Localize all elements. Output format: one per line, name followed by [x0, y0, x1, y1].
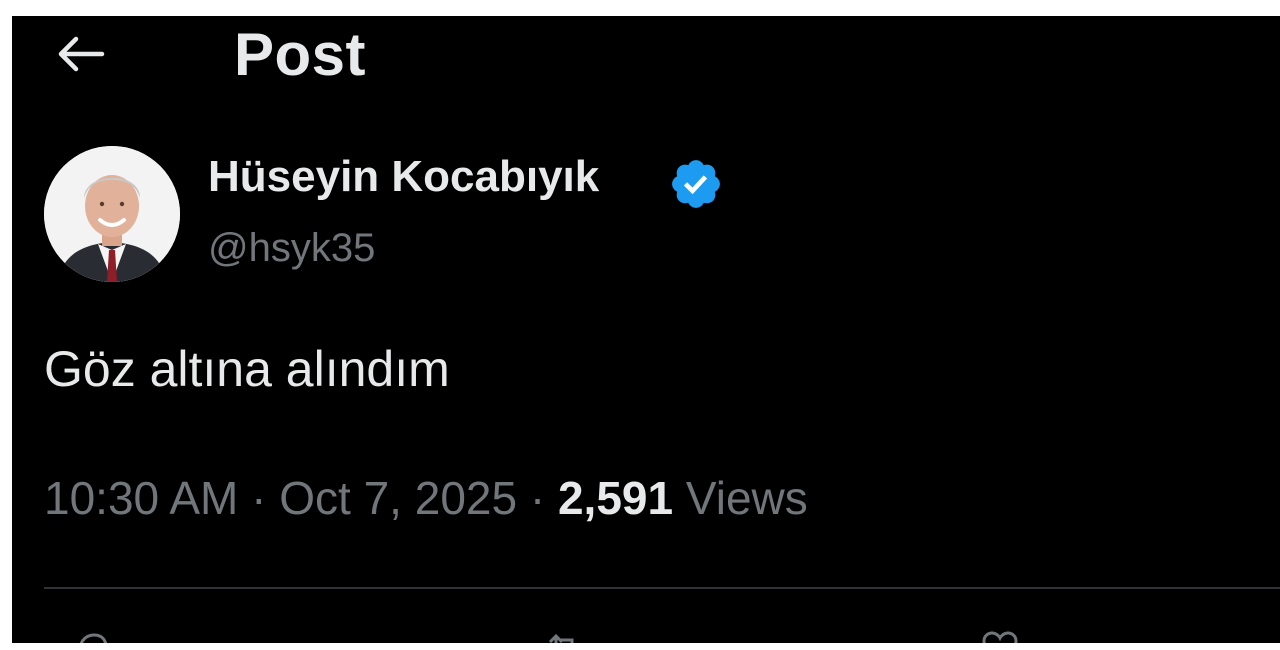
- action-bar: [12, 628, 1280, 643]
- author-display-name[interactable]: Hüseyin Kocabıyık: [208, 152, 599, 202]
- like-icon[interactable]: [980, 628, 1020, 643]
- post-time[interactable]: 10:30 AM: [44, 472, 238, 524]
- meta-separator: ·: [517, 472, 558, 524]
- page-title: Post: [234, 21, 367, 88]
- verified-badge-icon: [672, 160, 720, 208]
- author-handle[interactable]: @hsyk35: [208, 226, 375, 271]
- views-count: 2,591: [557, 472, 674, 524]
- avatar[interactable]: [44, 146, 180, 282]
- views-label: Views: [673, 472, 808, 524]
- repost-icon[interactable]: [544, 628, 584, 643]
- top-bar: Post: [12, 16, 1280, 96]
- post-metadata: 10:30 AM · Oct 7, 2025 · 2,591 Views: [44, 471, 808, 525]
- meta-separator: ·: [238, 472, 280, 524]
- profile-photo: [44, 146, 180, 282]
- post-date[interactable]: Oct 7, 2025: [279, 472, 517, 524]
- arrow-left-icon: [58, 36, 105, 72]
- reply-icon[interactable]: [72, 628, 112, 643]
- back-button[interactable]: [50, 30, 110, 78]
- divider: [44, 587, 1280, 589]
- post-text: Göz altına alındım: [44, 341, 450, 397]
- post-screen: Post Hüseyin Kocabıyık @hsyk35 Göz altın…: [12, 16, 1280, 643]
